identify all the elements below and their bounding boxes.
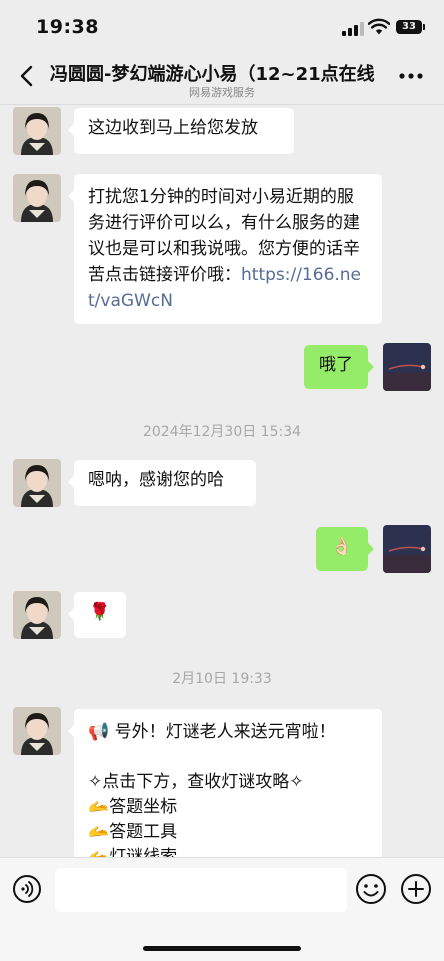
battery-icon: 33 [396, 20, 425, 34]
message-line: ✧点击下方，查收灯谜攻略✧ [88, 772, 304, 792]
timestamp: 2月10日 19:33 [172, 671, 272, 687]
emoji-icon[interactable] [355, 873, 387, 905]
avatar[interactable] [383, 343, 431, 391]
message-line: 🫴灯谜线索 [88, 847, 178, 857]
avatar[interactable] [383, 525, 431, 573]
message-bubble[interactable]: 👌🏻 [316, 527, 374, 571]
message-bubble[interactable]: 这边收到马上给您发放 [68, 108, 294, 154]
chat-subtitle: 网易游戏服务 [189, 86, 255, 99]
message-bubble[interactable]: 📢 号外！灯谜老人来送元宵啦！ ✧点击下方，查收灯谜攻略✧ 🫴答题坐标 🫴答题工… [68, 709, 382, 857]
message-bubble[interactable]: 🌹 [68, 592, 126, 638]
avatar[interactable] [13, 459, 61, 507]
more-dots-icon[interactable] [398, 64, 424, 88]
message-list[interactable]: 这边收到马上给您发放 打扰您1分钟的时间对小易近期的服务进行评价可以么，有什么服… [0, 105, 444, 857]
cellular-signal-icon [342, 22, 364, 36]
avatar[interactable] [13, 107, 61, 155]
message-bubble[interactable]: 打扰您1分钟的时间对小易近期的服务进行评价可以么，有什么服务的建议也是可以和我说… [68, 174, 382, 324]
avatar[interactable] [13, 707, 61, 755]
voice-icon[interactable] [12, 874, 42, 904]
avatar[interactable] [13, 174, 61, 222]
message-line: 📢 号外！灯谜老人来送元宵啦！ [88, 722, 336, 742]
message-input[interactable] [55, 868, 347, 912]
chat-header: 冯圆圆-梦幻端游心小易（12~21点在线 网易游戏服务 [0, 52, 444, 105]
home-indicator [143, 946, 301, 951]
wifi-icon [368, 18, 390, 35]
message-bubble[interactable]: 哦了 [304, 345, 374, 389]
status-time: 19:38 [36, 16, 99, 38]
input-bar [0, 857, 444, 961]
message-bubble[interactable]: 嗯呐，感谢您的哈 [68, 460, 256, 506]
status-bar: 19:38 33 [0, 0, 444, 52]
plus-icon[interactable] [400, 873, 432, 905]
avatar[interactable] [13, 591, 61, 639]
chat-title: 冯圆圆-梦幻端游心小易（12~21点在线 [50, 64, 375, 85]
message-line: 🫴答题工具 [88, 822, 178, 842]
timestamp: 2024年12月30日 15:34 [142, 424, 302, 440]
message-line: 🫴答题坐标 [88, 797, 178, 817]
